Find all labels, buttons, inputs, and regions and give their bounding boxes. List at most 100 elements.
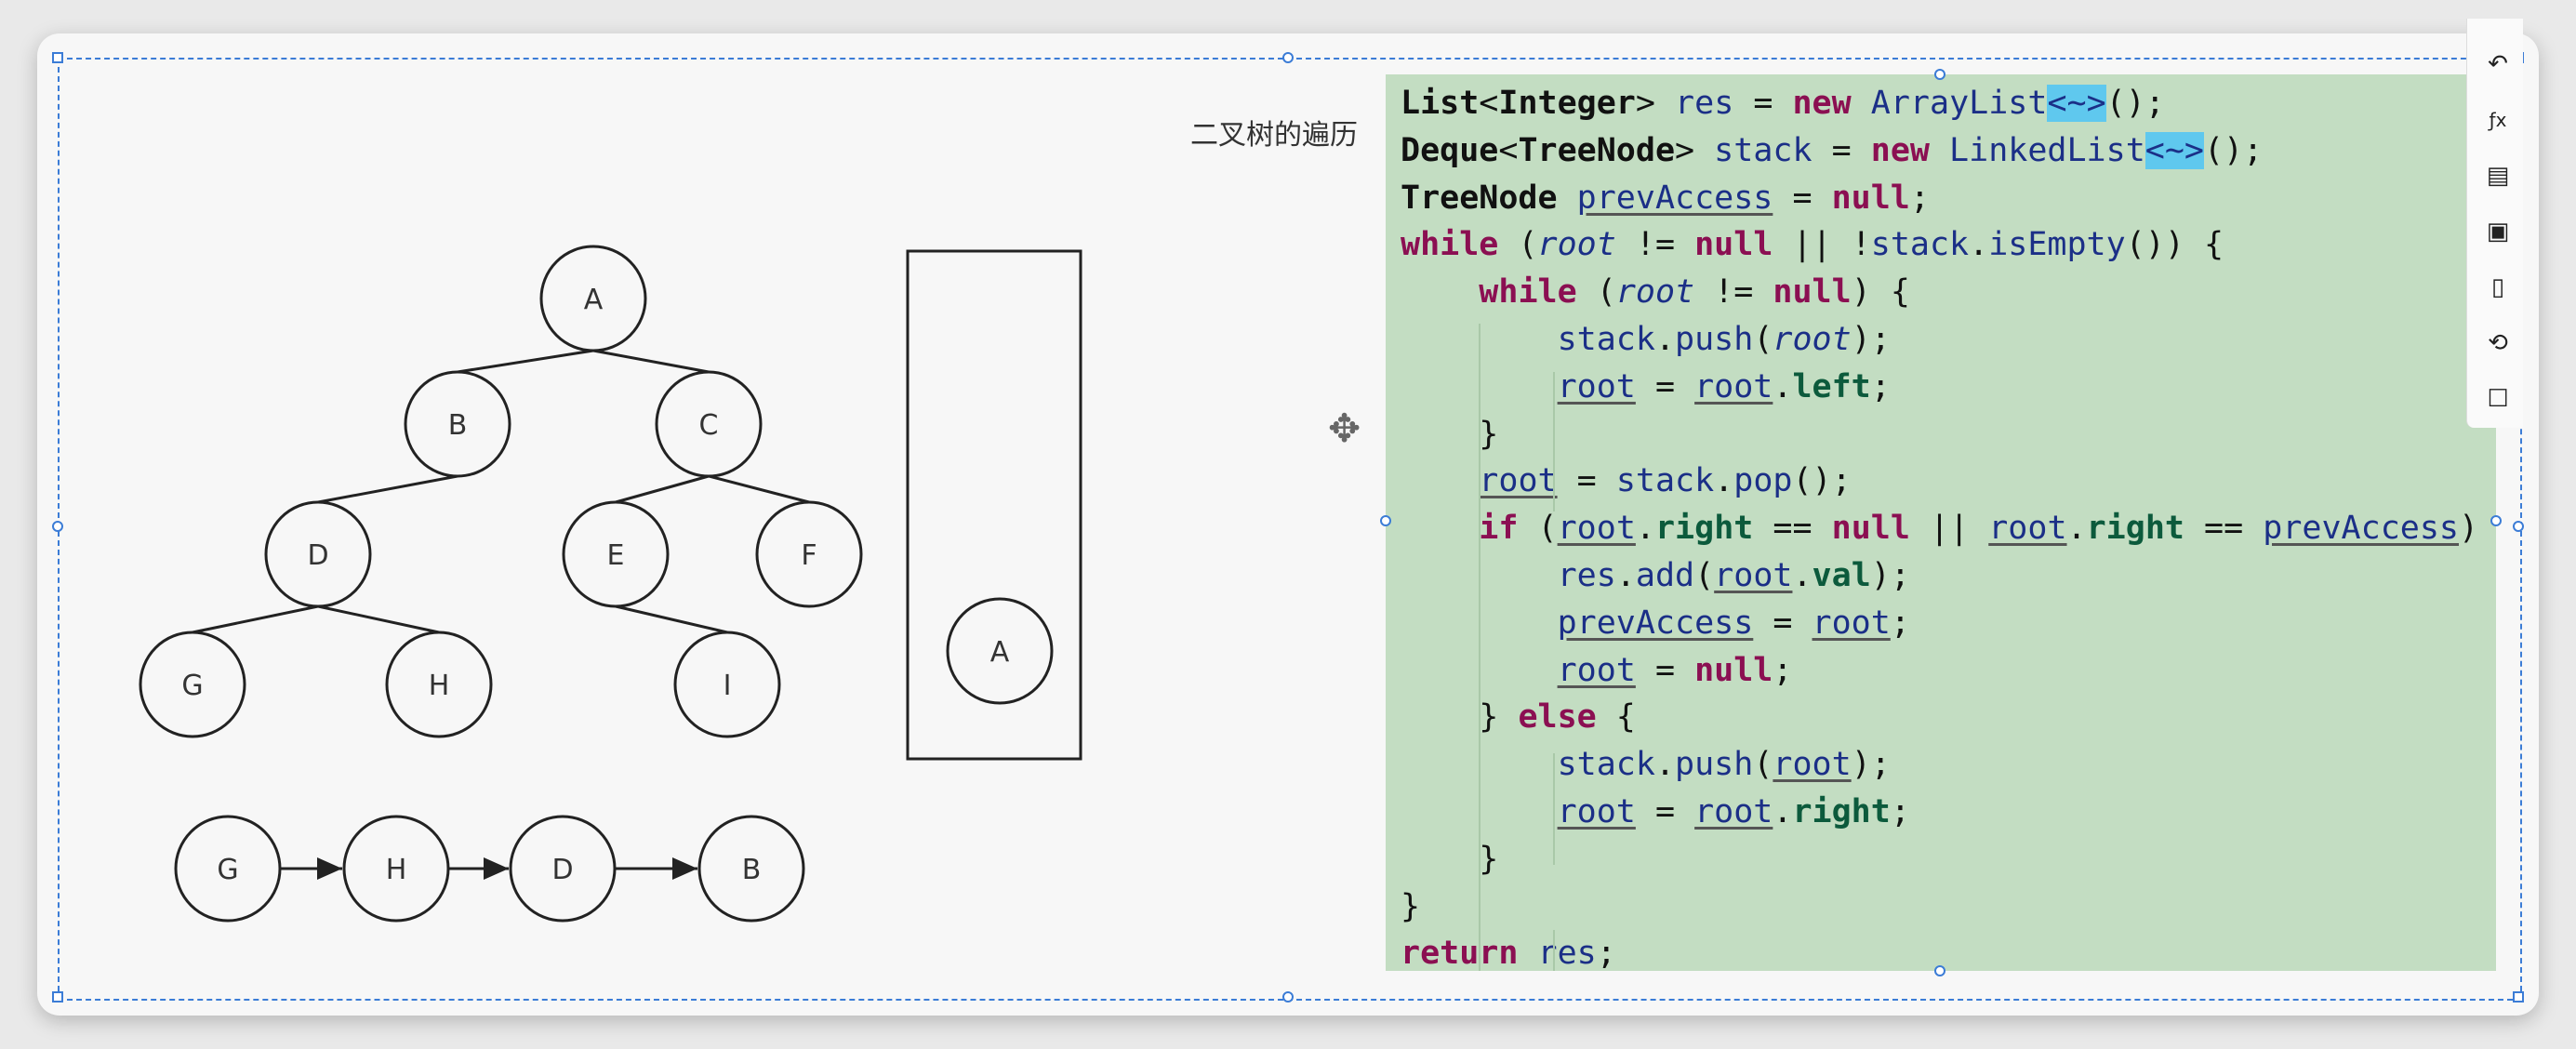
tree-node-label: C <box>699 409 719 442</box>
code-panel[interactable]: List<Integer> res = new ArrayList<~>(); D… <box>1386 74 2496 971</box>
code-line[interactable]: Deque<TreeNode> stack = new LinkedList<~… <box>1401 127 2263 174</box>
code-token: != <box>1694 273 1773 312</box>
code-token: left <box>1792 367 1871 405</box>
tree-node-c[interactable]: C <box>655 370 763 478</box>
code-line[interactable]: root = null; <box>1401 647 1793 694</box>
code-line[interactable]: stack.push(root); <box>1401 316 1891 363</box>
code-line[interactable]: TreeNode prevAccess = null; <box>1401 175 1930 221</box>
code-token: root <box>1988 510 2067 548</box>
code-token: } <box>1401 415 1499 453</box>
code-token: null <box>1773 273 1852 312</box>
formula-icon[interactable]: ƒx <box>2484 106 2512 134</box>
selection-handle-bottom-right[interactable] <box>2513 991 2524 1003</box>
code-token: root <box>1557 793 1636 830</box>
code-token: push <box>1675 746 1754 784</box>
stack-item-a[interactable]: A <box>946 597 1054 705</box>
history-icon[interactable]: ⟲ <box>2484 329 2512 357</box>
code-handle-bottom[interactable] <box>1934 965 1945 976</box>
code-token: ()) { <box>2125 226 2224 264</box>
tree-node-a[interactable]: A <box>539 245 647 352</box>
code-token: root <box>1557 367 1636 405</box>
code-token: ) { <box>1851 273 1910 312</box>
code-token: null <box>1831 510 1910 548</box>
code-line[interactable]: root = stack.pop(); <box>1401 458 1851 504</box>
code-token: . <box>1654 321 1676 358</box>
code-line[interactable]: } <box>1401 411 1498 458</box>
selection-handle-right[interactable] <box>2513 521 2524 532</box>
code-token: . <box>1969 226 1989 264</box>
code-token: add <box>1635 557 1695 594</box>
code-line[interactable]: return res; <box>1401 930 1616 971</box>
output-node-h[interactable]: H <box>342 815 450 923</box>
code-token: . <box>1635 510 1655 548</box>
code-token: ; <box>1596 935 1616 971</box>
tree-node-label: E <box>607 539 625 572</box>
code-token: ( <box>1518 510 1558 548</box>
stack-box <box>906 249 1082 761</box>
output-node-d[interactable]: D <box>509 815 617 923</box>
code-line[interactable]: List<Integer> res = new ArrayList<~>(); <box>1401 80 2165 126</box>
code-line[interactable]: root = root.right; <box>1401 789 1910 835</box>
code-token: Deque <box>1401 131 1499 169</box>
panel-icon[interactable]: ▣ <box>2484 218 2512 246</box>
code-line[interactable]: } <box>1401 883 1420 930</box>
code-token: TreeNode <box>1518 131 1676 169</box>
code-token: pop <box>1733 462 1793 500</box>
output-node-g[interactable]: G <box>174 815 282 923</box>
indent-guide <box>1553 753 1555 865</box>
page-icon[interactable]: ▯ <box>2484 273 2512 301</box>
calendar-icon[interactable]: ▤ <box>2484 162 2512 190</box>
code-token: stack <box>1870 226 1970 264</box>
selection-handle-top[interactable] <box>1282 52 1294 63</box>
selection-handle-top-left[interactable] <box>52 52 63 63</box>
code-line[interactable]: res.add(root.val); <box>1401 552 1910 599</box>
code-line[interactable]: } else { <box>1401 694 1636 740</box>
tree-node-h[interactable]: H <box>385 631 493 738</box>
selection-handle-left[interactable] <box>52 521 63 532</box>
tree-node-e[interactable]: E <box>562 500 670 608</box>
code-token: root <box>1537 226 1616 264</box>
code-token: else <box>1518 698 1597 737</box>
tree-node-b[interactable]: B <box>404 370 511 478</box>
selection-handle-bottom[interactable] <box>1282 991 1294 1003</box>
code-handle-left[interactable] <box>1380 515 1391 526</box>
tree-node-g[interactable]: G <box>139 631 246 738</box>
comment-icon[interactable]: ☐ <box>2484 385 2512 413</box>
code-line[interactable]: root = root.left; <box>1401 364 1891 410</box>
code-handle-right[interactable] <box>2490 515 2502 526</box>
code-token: = <box>1557 462 1616 500</box>
tree-node-d[interactable]: D <box>264 500 372 608</box>
tree-node-i[interactable]: I <box>673 631 781 738</box>
code-token: List <box>1401 85 1480 122</box>
undo-icon[interactable]: ↶ <box>2484 50 2512 78</box>
code-token: > <box>1675 131 1715 169</box>
code-line[interactable]: while (root != null) { <box>1401 269 1910 315</box>
code-token: ); <box>1851 746 1891 784</box>
tree-node-label: I <box>724 670 732 702</box>
code-token: ArrayList <box>1870 85 2048 122</box>
code-token: } <box>1401 887 1421 925</box>
code-token: . <box>1714 462 1734 500</box>
code-handle-top[interactable] <box>1934 69 1945 80</box>
output-node-b[interactable]: B <box>697 815 805 923</box>
indent-guide <box>1553 372 1555 511</box>
code-line[interactable]: stack.push(root); <box>1401 741 1891 788</box>
code-line[interactable]: if (root.right == null || root.right == … <box>1401 505 2496 551</box>
code-token: ( <box>1694 557 1715 594</box>
code-token: . <box>1654 746 1676 784</box>
tree-node-label: H <box>429 670 450 702</box>
code-token: res <box>1557 557 1616 594</box>
code-token: val <box>1812 557 1871 594</box>
tree-node-f[interactable]: F <box>755 500 863 608</box>
code-line[interactable]: } <box>1401 836 1498 883</box>
code-line[interactable]: prevAccess = root; <box>1401 600 1910 646</box>
code-token: ; <box>1909 179 1930 217</box>
code-token: { <box>1596 698 1636 737</box>
code-token: ; <box>1890 604 1910 642</box>
selection-handle-bottom-left[interactable] <box>52 991 63 1003</box>
code-token: LinkedList <box>1949 131 2145 169</box>
code-line[interactable]: while (root != null || !stack.isEmpty())… <box>1401 221 2224 268</box>
output-node-label: H <box>386 854 407 886</box>
